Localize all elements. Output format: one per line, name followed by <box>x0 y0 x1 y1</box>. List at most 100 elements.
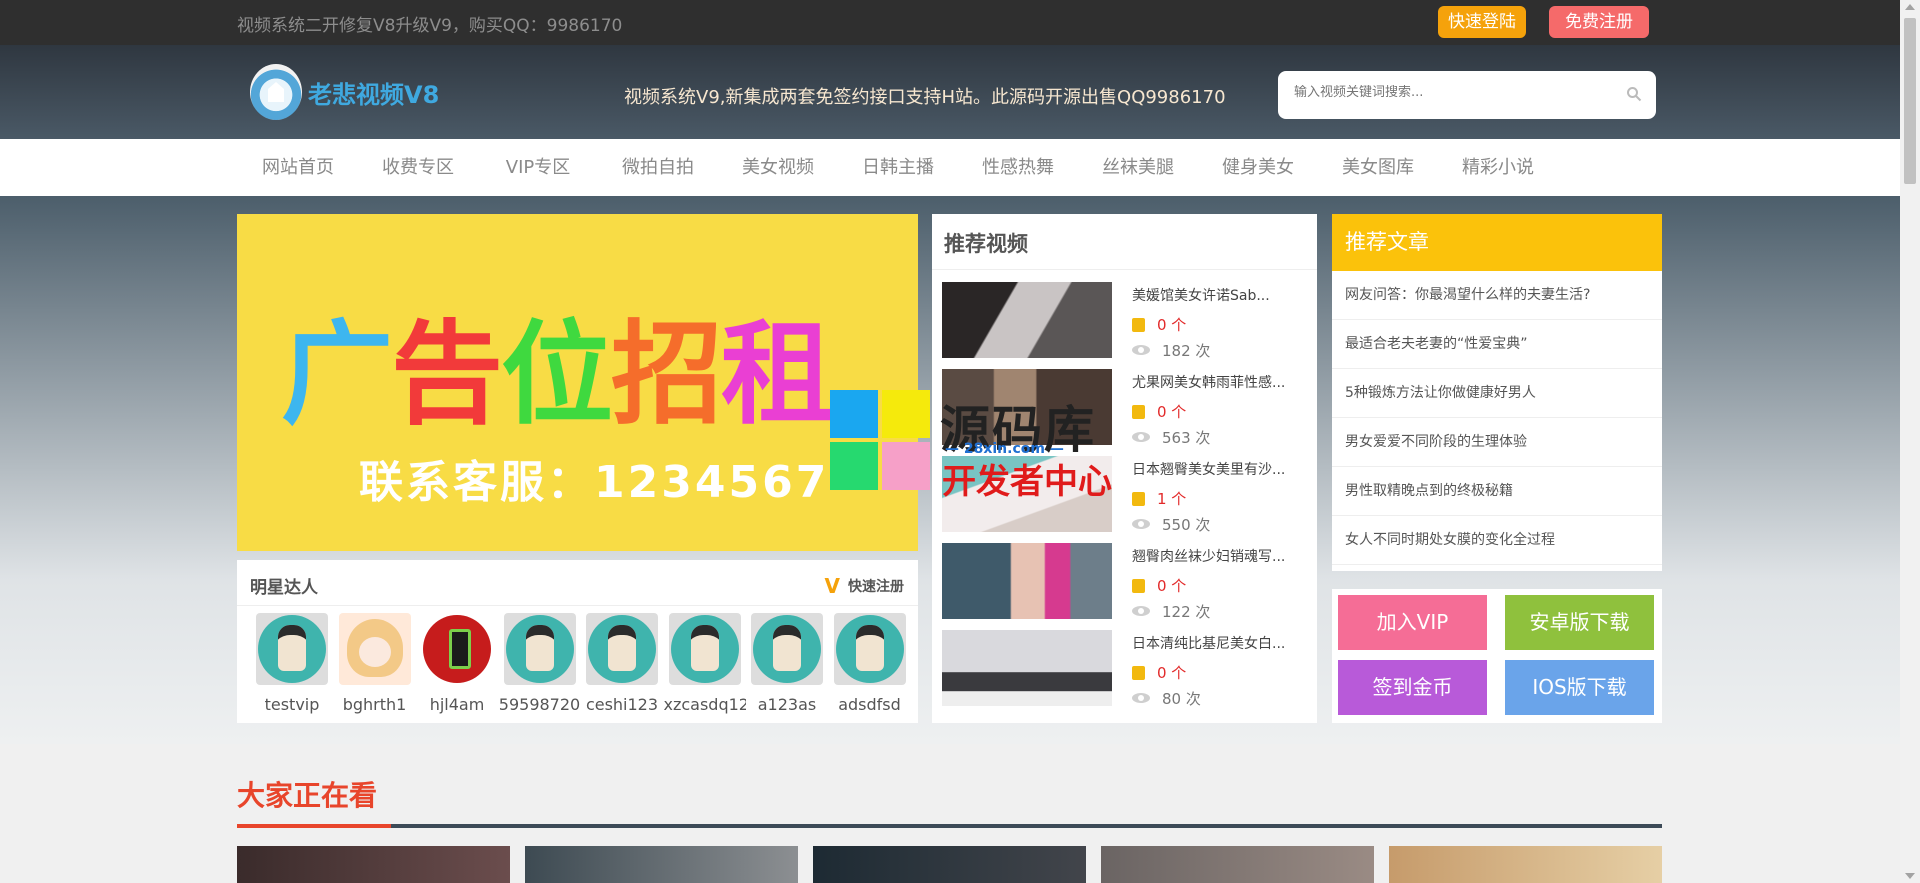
avatar-list: testvip bghrth1 hjl4am 59598720 ceshi123… <box>251 613 911 714</box>
user-card[interactable]: 59598720 <box>499 613 581 714</box>
user-card[interactable]: testvip <box>251 613 333 714</box>
video-views: 80 次 <box>1132 688 1201 709</box>
scroll-up-arrow-icon[interactable] <box>1905 4 1915 10</box>
nav-item-vip[interactable]: VIP专区 <box>478 139 598 196</box>
page-scrollbar[interactable] <box>1900 0 1920 883</box>
video-item[interactable]: 美媛馆美女许诺Sab... 0 个 182 次 <box>942 282 1312 362</box>
scroll-down-arrow-icon[interactable] <box>1905 873 1915 879</box>
video-title[interactable]: 日本清纯比基尼美女白... <box>1132 633 1285 653</box>
video-item[interactable]: 翘臀肉丝袜少妇销魂写... 0 个 122 次 <box>942 543 1312 623</box>
join-vip-button[interactable]: 加入VIP <box>1338 595 1487 650</box>
search-icon[interactable] <box>1626 86 1642 102</box>
search-box <box>1278 71 1656 119</box>
ios-download-button[interactable]: IOS版下载 <box>1505 660 1654 715</box>
user-card[interactable]: ceshi123 <box>581 613 663 714</box>
hot-thumbnail[interactable] <box>237 846 510 883</box>
video-item[interactable]: 日本清纯比基尼美女白... 0 个 80 次 <box>942 630 1312 710</box>
user-name: adsdfsd <box>838 695 901 714</box>
nav-item-stockings[interactable]: 丝袜美腿 <box>1078 139 1198 196</box>
ad-banner[interactable]: 广告位招租 联系客服：1234567 <box>237 214 918 551</box>
eye-icon <box>1132 345 1150 355</box>
article-link[interactable]: 男女爱爱不同阶段的生理体验 <box>1332 418 1662 467</box>
android-download-button[interactable]: 安卓版下载 <box>1505 595 1654 650</box>
avatar[interactable] <box>503 613 576 685</box>
quick-login-button[interactable]: 快速登陆 <box>1438 6 1526 38</box>
avatar[interactable] <box>833 613 906 685</box>
recommended-articles-title: 推荐文章 <box>1332 214 1662 271</box>
hot-thumbnail[interactable] <box>1389 846 1662 883</box>
header-slogan: 视频系统V9,新集成两套免签约接口支持H站。此源码开源出售QQ9986170 <box>624 87 1226 108</box>
top-notice: 视频系统二开修复V8升级V9，购买QQ：9986170 <box>237 16 623 36</box>
sign-in-coins-button[interactable]: 签到金币 <box>1338 660 1487 715</box>
avatar[interactable] <box>586 613 658 685</box>
video-coin-count: 0 个 <box>1132 401 1186 422</box>
avatar[interactable] <box>668 613 741 685</box>
user-name: 59598720 <box>498 695 581 714</box>
article-link[interactable]: 女人不同时期处女膜的变化全过程 <box>1332 516 1662 565</box>
video-title[interactable]: 翘臀肉丝袜少妇销魂写... <box>1132 546 1285 566</box>
user-name: xzcasdq12 <box>663 695 746 714</box>
nav-item-fitness[interactable]: 健身美女 <box>1198 139 1318 196</box>
watermark-square-blue <box>830 390 878 438</box>
site-logo[interactable]: 老悲视频V8 <box>250 63 439 121</box>
user-card[interactable]: adsdfsd <box>829 613 911 714</box>
user-name: hjl4am <box>429 695 485 714</box>
logo-house-icon <box>250 64 302 120</box>
free-register-button[interactable]: 免费注册 <box>1549 6 1649 38</box>
video-views: 122 次 <box>1132 601 1210 622</box>
coin-icon <box>1132 405 1145 419</box>
user-card[interactable]: xzcasdq12 <box>664 613 746 714</box>
video-coin-count: 0 个 <box>1132 662 1186 683</box>
article-link[interactable]: 最适合老夫老妻的“性爱宝典” <box>1332 320 1662 369</box>
video-thumbnail[interactable] <box>942 630 1112 706</box>
video-title[interactable]: 美媛馆美女许诺Sab... <box>1132 285 1270 305</box>
nav-item-beauty-video[interactable]: 美女视频 <box>718 139 838 196</box>
video-thumbnail[interactable] <box>942 543 1112 619</box>
nav-item-jp-kr-host[interactable]: 日韩主播 <box>838 139 958 196</box>
search-input[interactable] <box>1294 85 1614 100</box>
recommended-articles-panel: 推荐文章 网友问答：你最渴望什么样的夫妻生活? 最适合老夫老妻的“性爱宝典” 5… <box>1332 214 1662 571</box>
action-buttons-panel: 加入VIP 安卓版下载 签到金币 IOS版下载 <box>1332 589 1662 723</box>
hot-thumbnail[interactable] <box>1101 846 1374 883</box>
nav-item-novels[interactable]: 精彩小说 <box>1438 139 1558 196</box>
coin-icon <box>1132 492 1145 506</box>
hot-section-title: 大家正在看 <box>237 779 378 812</box>
nav-item-paid[interactable]: 收费专区 <box>358 139 478 196</box>
nav-item-gallery[interactable]: 美女图库 <box>1318 139 1438 196</box>
article-link[interactable]: 网友问答：你最渴望什么样的夫妻生活? <box>1332 271 1662 320</box>
avatar[interactable] <box>256 613 328 685</box>
top-bar: 视频系统二开修复V8升级V9，购买QQ：9986170 快速登陆 免费注册 <box>0 0 1900 45</box>
hot-thumbnail[interactable] <box>525 846 798 883</box>
site-header: 老悲视频V8 视频系统V9,新集成两套免签约接口支持H站。此源码开源出售QQ99… <box>0 45 1900 139</box>
user-card[interactable]: hjl4am <box>416 613 498 714</box>
nav-item-selfie[interactable]: 微拍自拍 <box>598 139 718 196</box>
video-views: 563 次 <box>1132 427 1210 448</box>
eye-icon <box>1132 693 1150 703</box>
article-link[interactable]: 5种锻炼方法让你做健康好男人 <box>1332 369 1662 418</box>
divider <box>932 269 1317 270</box>
v-icon: V <box>824 574 840 598</box>
avatar[interactable] <box>338 613 411 685</box>
quick-register-link[interactable]: V 快速注册 <box>825 574 904 598</box>
user-card[interactable]: bghrth1 <box>334 613 416 714</box>
nav-item-home[interactable]: 网站首页 <box>238 139 358 196</box>
article-link[interactable]: 男性取精晚点到的终极秘籍 <box>1332 467 1662 516</box>
video-coin-count: 1 个 <box>1132 488 1186 509</box>
hot-thumbnail[interactable] <box>813 846 1086 883</box>
user-card[interactable]: a123as <box>746 613 828 714</box>
eye-icon <box>1132 606 1150 616</box>
video-coin-count: 0 个 <box>1132 314 1186 335</box>
ad-title: 广告位招租 <box>281 310 833 440</box>
coin-icon <box>1132 666 1145 680</box>
avatar[interactable] <box>421 613 493 685</box>
video-thumbnail[interactable] <box>942 282 1112 358</box>
coin-icon <box>1132 579 1145 593</box>
avatar[interactable] <box>751 613 823 685</box>
video-title[interactable]: 日本翘臀美女美里有沙... <box>1132 459 1285 479</box>
video-views: 550 次 <box>1132 514 1210 535</box>
video-title[interactable]: 尤果网美女韩雨菲性感... <box>1132 372 1285 392</box>
nav-item-dance[interactable]: 性感热舞 <box>958 139 1078 196</box>
recommended-videos-title: 推荐视频 <box>944 232 1028 256</box>
scrollbar-thumb[interactable] <box>1904 18 1916 184</box>
user-name: testvip <box>264 695 320 714</box>
